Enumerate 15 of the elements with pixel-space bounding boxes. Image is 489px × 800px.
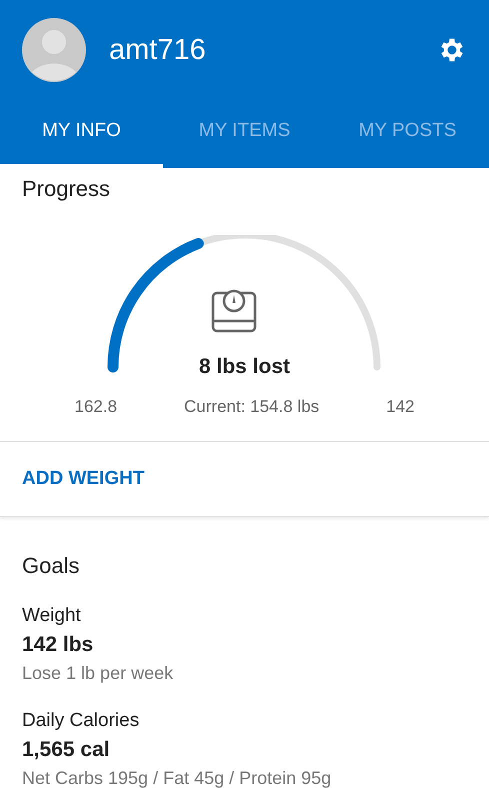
username: amt716 [109, 34, 207, 66]
start-weight: 162.8 [74, 397, 118, 417]
goal-label: Weight [22, 605, 82, 627]
goal-label: Daily Calories [22, 710, 140, 732]
avatar-icon [22, 18, 86, 82]
current-weight: Current: 154.8 lbs [184, 397, 320, 417]
goal-detail: Net Carbs 195g / Fat 45g / Protein 95g [22, 768, 332, 789]
section-title: Goals [22, 553, 80, 579]
goal-value: 1,565 cal [22, 738, 111, 762]
goal-detail: Lose 1 lb per week [22, 663, 174, 684]
goal-value: 142 lbs [22, 633, 94, 657]
goal-weight: 142 [386, 397, 414, 417]
section-title: Progress [21, 175, 112, 203]
tab[interactable]: MY INFO [0, 100, 163, 168]
add-weight-button[interactable]: ADD WEIGHT [22, 468, 144, 490]
